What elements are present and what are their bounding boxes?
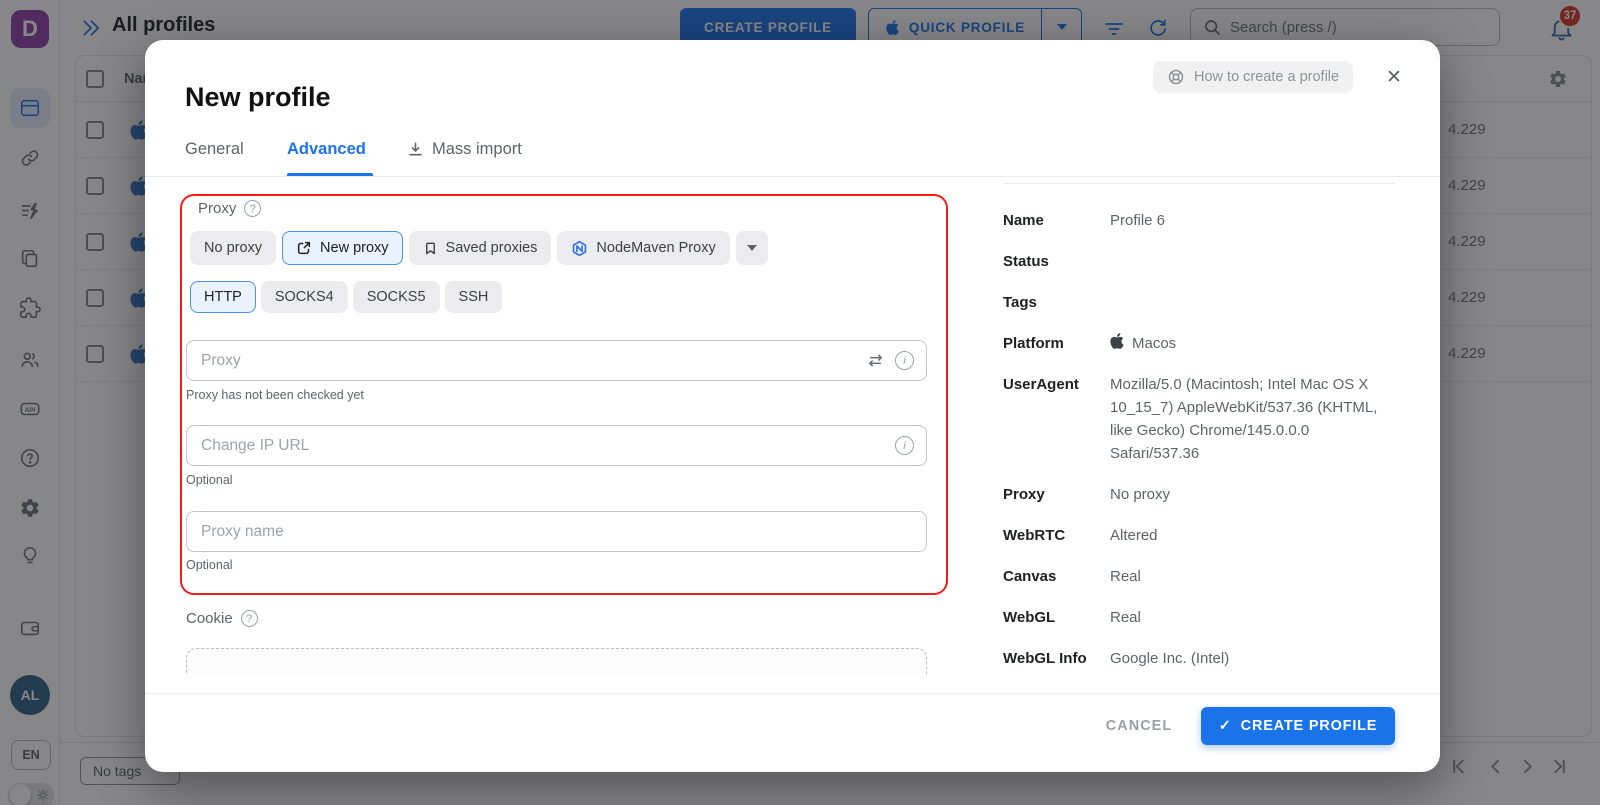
summary-value: Real [1110,565,1141,588]
tabs-divider [145,176,1440,177]
proxy-section-label: Proxy ? [198,200,261,217]
cookie-help-icon[interactable]: ? [241,610,258,627]
cookie-section-label: Cookie ? [186,610,258,627]
cookie-dropzone[interactable] [186,648,927,674]
summary-row: WebRTCAltered [1003,524,1403,547]
summary-value: Altered [1110,524,1158,547]
no-proxy-label: No proxy [204,240,262,256]
protocol-socks5-chip[interactable]: SOCKS5 [353,281,440,313]
summary-row: Tags [1003,291,1403,314]
proxy-protocol-group: HTTP SOCKS4 SOCKS5 SSH [190,281,502,313]
saved-proxies-chip[interactable]: Saved proxies [409,231,552,265]
change-ip-field[interactable]: i [186,425,927,466]
nodemaven-label: NodeMaven Proxy [596,240,715,256]
summary-value: Macos [1132,332,1176,355]
tab-mass-import[interactable]: Mass import [407,140,522,159]
summary-row: WebGL InfoGoogle Inc. (Intel) [1003,647,1403,670]
check-icon: ✓ [1219,718,1232,734]
proxy-label-text: Proxy [198,200,236,217]
summary-row: UserAgentMozilla/5.0 (Macintosh; Intel M… [1003,373,1403,465]
chevron-down-icon [747,245,757,251]
protocol-socks4-chip[interactable]: SOCKS4 [261,281,348,313]
apple-icon [1110,332,1124,350]
protocol-label: SOCKS4 [275,289,334,305]
summary-value: Profile 6 [1110,209,1165,232]
app-root: D API AL EN All pr [0,0,1600,805]
nodemaven-icon [571,240,588,257]
summary-row: WebGLReal [1003,606,1403,629]
protocol-label: HTTP [204,289,242,305]
proxy-helper-text: Proxy has not been checked yet [186,388,364,402]
nodemaven-proxy-chip[interactable]: NodeMaven Proxy [557,231,729,265]
swap-arrows-icon[interactable] [866,352,885,369]
modal-title: New profile [185,82,331,113]
change-ip-input[interactable] [201,437,885,455]
tab-advanced[interactable]: Advanced [287,140,366,159]
proxy-input[interactable] [201,352,856,370]
tab-mass-import-label: Mass import [432,140,522,159]
summary-label: WebGL [1003,606,1110,629]
info-icon[interactable]: i [895,436,914,455]
new-window-icon [296,240,312,256]
proxy-field[interactable]: i [186,340,927,381]
modal-footer-divider [145,693,1440,694]
close-icon[interactable]: ✕ [1381,64,1407,90]
profile-summary: NameProfile 6 Status Tags Platform Macos… [1003,209,1403,688]
summary-label: Platform [1003,332,1110,355]
proxy-name-input[interactable] [201,523,914,541]
summary-row: Platform Macos [1003,332,1403,355]
cancel-button[interactable]: CANCEL [1093,709,1185,743]
summary-value: Google Inc. (Intel) [1110,647,1229,670]
cookie-label-text: Cookie [186,610,233,627]
tab-advanced-label: Advanced [287,140,366,159]
proxy-mode-dropdown[interactable] [736,231,768,265]
summary-label: Proxy [1003,483,1110,506]
summary-label: Canvas [1003,565,1110,588]
tab-general[interactable]: General [185,140,244,159]
new-profile-modal: How to create a profile ✕ New profile Ge… [145,40,1440,772]
summary-label: WebRTC [1003,524,1110,547]
protocol-label: SOCKS5 [367,289,426,305]
tab-general-label: General [185,140,244,159]
summary-value: Real [1110,606,1141,629]
protocol-http-chip[interactable]: HTTP [190,281,256,313]
create-profile-button[interactable]: ✓ CREATE PROFILE [1201,707,1395,745]
summary-label: UserAgent [1003,373,1110,465]
summary-row: NameProfile 6 [1003,209,1403,232]
summary-value: Mozilla/5.0 (Macintosh; Intel Mac OS X 1… [1110,373,1378,465]
proxy-name-field[interactable] [186,511,927,552]
summary-row: ProxyNo proxy [1003,483,1403,506]
how-to-create-profile-button[interactable]: How to create a profile [1153,61,1353,93]
bookmark-icon [423,241,438,256]
proxy-help-icon[interactable]: ? [244,200,261,217]
new-proxy-chip[interactable]: New proxy [282,231,403,265]
summary-label: Name [1003,209,1110,232]
lifebuoy-icon [1167,68,1185,86]
summary-divider [1003,183,1395,184]
protocol-label: SSH [459,289,489,305]
info-icon[interactable]: i [895,351,914,370]
protocol-ssh-chip[interactable]: SSH [445,281,503,313]
download-icon [407,141,424,158]
change-ip-helper-text: Optional [186,473,233,487]
summary-label: Tags [1003,291,1110,314]
summary-label: WebGL Info [1003,647,1110,670]
summary-value: No proxy [1110,483,1170,506]
summary-row: CanvasReal [1003,565,1403,588]
proxy-mode-group: No proxy New proxy Saved proxies NodeMav… [190,231,768,265]
saved-proxies-label: Saved proxies [446,240,538,256]
summary-label: Status [1003,250,1110,273]
new-proxy-label: New proxy [320,240,389,256]
no-proxy-chip[interactable]: No proxy [190,231,276,265]
create-profile-label: CREATE PROFILE [1241,718,1378,734]
proxy-name-helper-text: Optional [186,558,233,572]
help-label: How to create a profile [1194,69,1339,85]
summary-row: Status [1003,250,1403,273]
